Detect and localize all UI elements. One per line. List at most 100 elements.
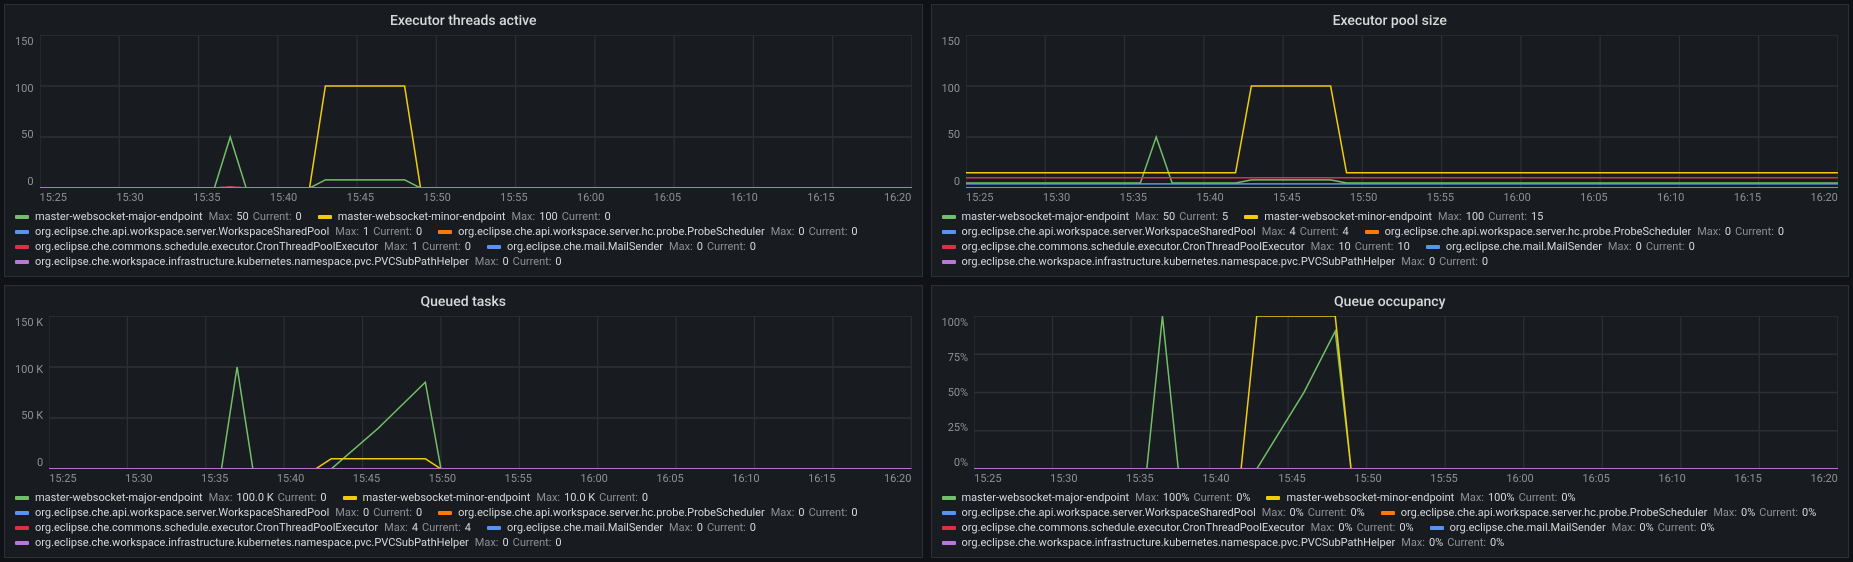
x-tick: 16:20 bbox=[1810, 472, 1837, 485]
legend-stats: Max:100%Current:0% bbox=[1135, 491, 1250, 504]
legend-current-value: 5 bbox=[1222, 210, 1228, 223]
legend-max-value: 10 bbox=[1338, 240, 1350, 253]
legend-item[interactable]: master-websocket-major-endpointMax:50Cur… bbox=[15, 210, 302, 223]
legend-swatch bbox=[1426, 245, 1440, 249]
legend-swatch bbox=[942, 526, 956, 530]
legend-item[interactable]: org.eclipse.che.workspace.infrastructure… bbox=[942, 255, 1489, 268]
legend-current-label: Current: bbox=[707, 240, 746, 253]
legend-max-label: Max: bbox=[209, 210, 233, 223]
legend-swatch bbox=[942, 230, 956, 234]
legend-item[interactable]: master-websocket-major-endpointMax:50Cur… bbox=[942, 210, 1229, 223]
legend-current-value: 4 bbox=[465, 521, 471, 534]
legend-stats: Max:0Current:0 bbox=[669, 240, 756, 253]
legend-max-label: Max: bbox=[335, 225, 359, 238]
legend-current-label: Current: bbox=[1193, 491, 1232, 504]
x-tick: 16:20 bbox=[884, 472, 911, 485]
legend-series-name: org.eclipse.che.api.workspace.server.Wor… bbox=[35, 225, 329, 238]
legend-item[interactable]: master-websocket-minor-endpointMax:100Cu… bbox=[318, 210, 611, 223]
legend-item[interactable]: org.eclipse.che.commons.schedule.executo… bbox=[15, 240, 471, 253]
legend-max-value: 0% bbox=[1429, 536, 1443, 549]
legend-item[interactable]: org.eclipse.che.workspace.infrastructure… bbox=[942, 536, 1505, 549]
x-tick: 16:15 bbox=[1734, 472, 1761, 485]
legend-max-label: Max: bbox=[669, 240, 693, 253]
legend-stats: Max:1Current:0 bbox=[384, 240, 471, 253]
legend-max-label: Max: bbox=[384, 521, 408, 534]
plot-area[interactable]: 15:2515:3015:3515:4015:4515:5015:5516:00… bbox=[966, 35, 1838, 204]
legend-item[interactable]: master-websocket-major-endpointMax:100%C… bbox=[942, 491, 1251, 504]
legend-item[interactable]: org.eclipse.che.commons.schedule.executo… bbox=[942, 521, 1414, 534]
legend-series-name: master-websocket-major-endpoint bbox=[35, 491, 203, 504]
plot-area[interactable]: 15:2515:3015:3515:4015:4515:5015:5516:00… bbox=[49, 316, 911, 485]
legend-item[interactable]: org.eclipse.che.api.workspace.server.hc.… bbox=[438, 506, 857, 519]
legend-series-name: org.eclipse.che.commons.schedule.executo… bbox=[962, 521, 1305, 534]
legend: master-websocket-major-endpointMax:100%C… bbox=[942, 485, 1839, 549]
chart-svg bbox=[974, 316, 1838, 469]
legend-current-label: Current: bbox=[1519, 491, 1558, 504]
legend-item[interactable]: master-websocket-minor-endpointMax:10.0 … bbox=[343, 491, 649, 504]
x-tick: 15:40 bbox=[1196, 191, 1223, 204]
legend-item[interactable]: org.eclipse.che.mail.MailSenderMax:0Curr… bbox=[1426, 240, 1695, 253]
legend-item[interactable]: master-websocket-minor-endpointMax:100%C… bbox=[1266, 491, 1575, 504]
legend-swatch bbox=[15, 541, 29, 545]
x-tick: 15:55 bbox=[1430, 472, 1457, 485]
legend-current-value: 0 bbox=[555, 255, 561, 268]
y-tick: 150 K bbox=[15, 316, 43, 329]
x-tick: 16:15 bbox=[1734, 191, 1761, 204]
legend-swatch bbox=[438, 230, 452, 234]
x-tick: 15:30 bbox=[125, 472, 152, 485]
legend-swatch bbox=[15, 230, 29, 234]
legend-item[interactable]: org.eclipse.che.workspace.infrastructure… bbox=[15, 536, 562, 549]
legend-current-value: 0 bbox=[1689, 240, 1695, 253]
legend-stats: Max:10.0 KCurrent:0 bbox=[536, 491, 648, 504]
y-tick: 150 bbox=[942, 35, 961, 48]
x-tick: 15:45 bbox=[353, 472, 380, 485]
legend-series-name: org.eclipse.che.api.workspace.server.hc.… bbox=[458, 225, 765, 238]
panel-title: Queue occupancy bbox=[942, 292, 1839, 316]
legend-max-value: 100.0 K bbox=[236, 491, 273, 504]
x-axis: 15:2515:3015:3515:4015:4515:5015:5516:00… bbox=[40, 191, 912, 204]
legend-current-value: 0 bbox=[320, 491, 326, 504]
chart-panel[interactable]: Queued tasks150 K100 K50 K015:2515:3015:… bbox=[4, 285, 923, 558]
legend-series-name: org.eclipse.che.workspace.infrastructure… bbox=[962, 536, 1396, 549]
legend-item[interactable]: org.eclipse.che.api.workspace.server.hc.… bbox=[438, 225, 857, 238]
legend-swatch bbox=[942, 245, 956, 249]
legend-swatch bbox=[487, 526, 501, 530]
legend-swatch bbox=[15, 245, 29, 249]
y-axis: 150 K100 K50 K0 bbox=[15, 316, 49, 485]
legend-series-name: org.eclipse.che.mail.MailSender bbox=[1446, 240, 1602, 253]
legend-item[interactable]: master-websocket-major-endpointMax:100.0… bbox=[15, 491, 327, 504]
legend-item[interactable]: org.eclipse.che.mail.MailSenderMax:0%Cur… bbox=[1430, 521, 1715, 534]
legend-stats: Max:4Current:4 bbox=[1262, 225, 1349, 238]
legend-item[interactable]: org.eclipse.che.api.workspace.server.Wor… bbox=[15, 506, 422, 519]
chart-panel[interactable]: Executor pool size15010050015:2515:3015:… bbox=[931, 4, 1850, 277]
legend-item[interactable]: org.eclipse.che.api.workspace.server.hc.… bbox=[1365, 225, 1784, 238]
chart-panel[interactable]: Executor threads active15010050015:2515:… bbox=[4, 4, 923, 277]
legend-item[interactable]: org.eclipse.che.workspace.infrastructure… bbox=[15, 255, 562, 268]
legend-current-value: 4 bbox=[1342, 225, 1348, 238]
legend-current-label: Current: bbox=[513, 255, 552, 268]
chart-panel[interactable]: Queue occupancy100%75%50%25%0%15:2515:30… bbox=[931, 285, 1850, 558]
legend-item[interactable]: org.eclipse.che.commons.schedule.executo… bbox=[15, 521, 471, 534]
plot-area[interactable]: 15:2515:3015:3515:4015:4515:5015:5516:00… bbox=[40, 35, 912, 204]
x-tick: 16:00 bbox=[580, 472, 607, 485]
legend-item[interactable]: org.eclipse.che.api.workspace.server.hc.… bbox=[1381, 506, 1817, 519]
legend-stats: Max:0Current:0 bbox=[771, 506, 858, 519]
legend-max-value: 1 bbox=[412, 240, 418, 253]
legend-item[interactable]: org.eclipse.che.api.workspace.server.Wor… bbox=[15, 225, 422, 238]
chart-area: 150 K100 K50 K015:2515:3015:3515:4015:45… bbox=[15, 316, 912, 485]
legend-item[interactable]: master-websocket-minor-endpointMax:100Cu… bbox=[1244, 210, 1543, 223]
y-tick: 0 bbox=[27, 175, 33, 188]
legend-item[interactable]: org.eclipse.che.api.workspace.server.Wor… bbox=[942, 225, 1349, 238]
legend-item[interactable]: org.eclipse.che.mail.MailSenderMax:0Curr… bbox=[487, 521, 756, 534]
legend-max-value: 0 bbox=[1429, 255, 1435, 268]
plot-area[interactable]: 15:2515:3015:3515:4015:4515:5015:5516:00… bbox=[974, 316, 1838, 485]
legend-item[interactable]: org.eclipse.che.commons.schedule.executo… bbox=[942, 240, 1410, 253]
y-tick: 100% bbox=[942, 316, 969, 329]
legend-item[interactable]: org.eclipse.che.mail.MailSenderMax:0Curr… bbox=[487, 240, 756, 253]
legend-current-label: Current: bbox=[707, 521, 746, 534]
legend-stats: Max:50Current:5 bbox=[1135, 210, 1228, 223]
legend-series-name: org.eclipse.che.commons.schedule.executo… bbox=[35, 521, 378, 534]
legend-series-name: master-websocket-minor-endpoint bbox=[1264, 210, 1432, 223]
legend-current-value: 10 bbox=[1397, 240, 1409, 253]
legend-item[interactable]: org.eclipse.che.api.workspace.server.Wor… bbox=[942, 506, 1365, 519]
